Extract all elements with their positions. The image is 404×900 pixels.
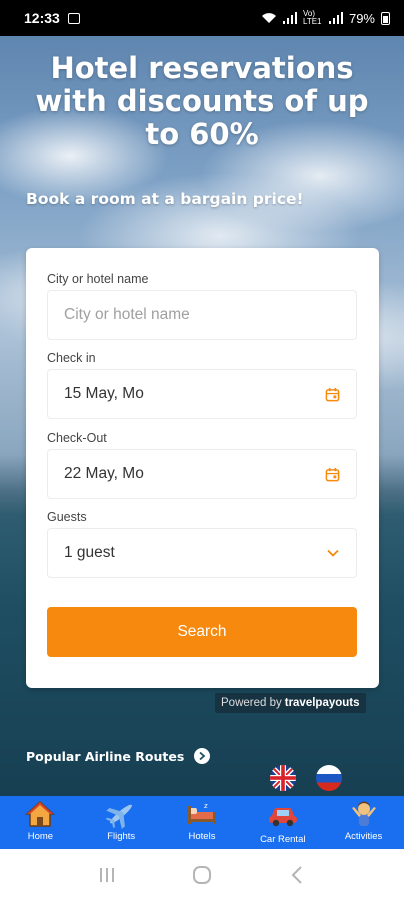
nav-flights[interactable]: Flights bbox=[81, 798, 161, 842]
home-button-icon[interactable] bbox=[190, 863, 214, 887]
search-form-card: City or hotel name Check in 15 May, Mo C… bbox=[26, 248, 379, 688]
nav-hotels[interactable]: z Hotels bbox=[162, 798, 242, 842]
guests-label: Guests bbox=[47, 510, 87, 524]
uk-flag-icon[interactable] bbox=[270, 765, 296, 791]
powered-by-prefix: Powered by bbox=[221, 697, 282, 709]
network-label: Vo) LTE1 bbox=[302, 9, 322, 26]
status-time: 12:33 bbox=[24, 10, 60, 26]
battery-icon bbox=[381, 11, 390, 25]
powered-by-brand: travelpayouts bbox=[284, 697, 360, 709]
popular-routes-link[interactable]: Popular Airline Routes bbox=[26, 748, 211, 764]
hero-banner: Hotel reservations with discounts of up … bbox=[0, 36, 404, 796]
checkout-field[interactable]: 22 May, Mo bbox=[47, 449, 357, 499]
city-field[interactable] bbox=[47, 290, 357, 340]
nav-home[interactable]: Home bbox=[0, 798, 80, 842]
arrow-right-icon bbox=[194, 748, 211, 764]
nav-activities[interactable]: Activities bbox=[324, 798, 404, 842]
bottom-navigation: Home Flights z Hotels Car Rental Activit… bbox=[0, 796, 404, 849]
popular-routes-label: Popular Airline Routes bbox=[26, 748, 185, 764]
city-label: City or hotel name bbox=[47, 272, 149, 286]
back-icon[interactable] bbox=[285, 863, 309, 887]
powered-by: Powered by travelpayouts bbox=[215, 693, 366, 713]
checkout-label: Check-Out bbox=[47, 431, 107, 445]
hero-subtitle: Book a room at a bargain price! bbox=[26, 190, 304, 208]
nav-car-rental[interactable]: Car Rental bbox=[243, 798, 323, 845]
svg-text:z: z bbox=[204, 802, 208, 810]
car-icon bbox=[267, 798, 299, 830]
nav-flights-label: Flights bbox=[107, 831, 136, 842]
system-navigation-bar bbox=[0, 849, 404, 900]
calendar-icon[interactable] bbox=[325, 467, 340, 482]
checkin-label: Check in bbox=[47, 351, 96, 365]
status-bar: 12:33 Vo) LTE1 79% bbox=[0, 0, 404, 36]
checkout-value: 22 May, Mo bbox=[64, 465, 144, 482]
guests-value: 1 guest bbox=[64, 544, 115, 561]
signal-icon-2 bbox=[328, 12, 343, 24]
status-left: 12:33 bbox=[24, 10, 80, 26]
nav-hotels-label: Hotels bbox=[188, 831, 216, 842]
airplane-icon bbox=[105, 798, 137, 830]
checkin-value: 15 May, Mo bbox=[64, 385, 144, 402]
signal-icon bbox=[282, 12, 297, 24]
battery-percent: 79% bbox=[348, 10, 375, 26]
bed-icon: z bbox=[186, 798, 218, 830]
city-input[interactable] bbox=[64, 306, 340, 324]
ru-flag-icon[interactable] bbox=[316, 765, 342, 791]
nav-activities-label: Activities bbox=[344, 831, 383, 842]
recent-apps-icon[interactable] bbox=[95, 863, 119, 887]
search-button[interactable]: Search bbox=[47, 607, 357, 657]
checkin-field[interactable]: 15 May, Mo bbox=[47, 369, 357, 419]
nav-car-rental-label: Car Rental bbox=[260, 834, 306, 845]
gallery-notification-icon bbox=[67, 12, 80, 24]
chevron-down-icon bbox=[327, 549, 339, 557]
wifi-icon bbox=[261, 13, 276, 23]
guests-select[interactable]: 1 guest bbox=[47, 528, 357, 578]
nav-home-label: Home bbox=[27, 831, 54, 842]
status-right: Vo) LTE1 79% bbox=[261, 10, 390, 26]
home-icon bbox=[24, 798, 56, 830]
activities-icon bbox=[348, 798, 380, 830]
hero-title: Hotel reservations with discounts of up … bbox=[35, 51, 369, 151]
calendar-icon[interactable] bbox=[325, 387, 340, 402]
